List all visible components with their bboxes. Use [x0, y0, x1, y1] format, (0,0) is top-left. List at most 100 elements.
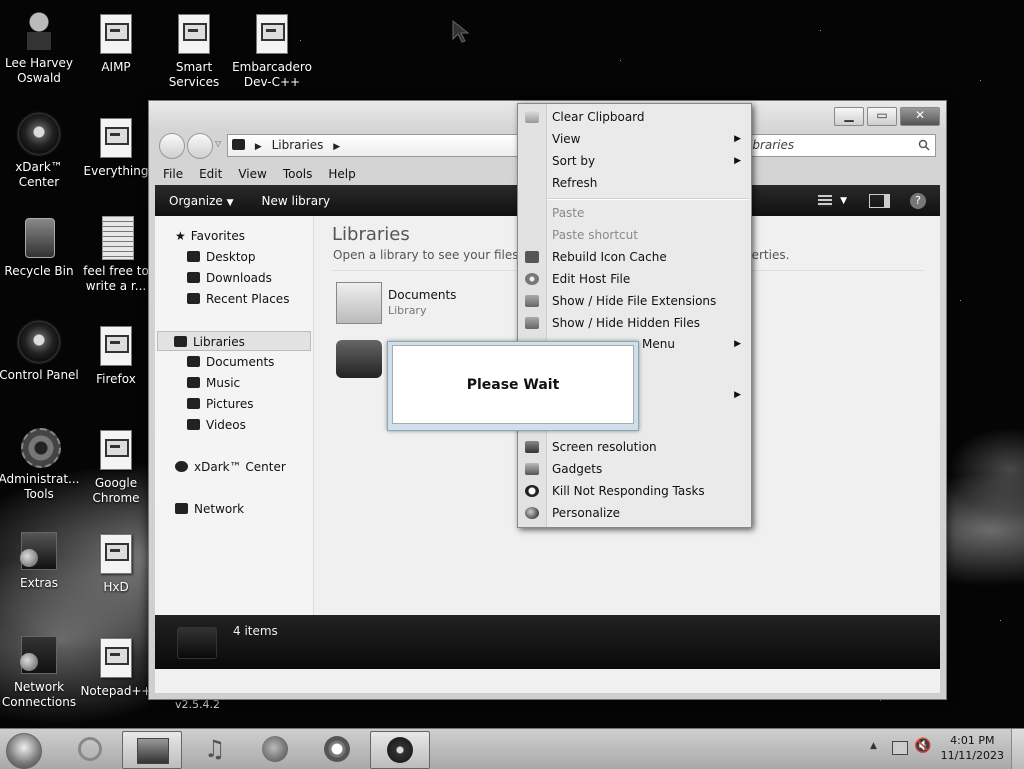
nav-videos-label: Videos: [206, 418, 246, 432]
desktop-icon-hxd[interactable]: HxD: [73, 532, 159, 595]
library-folder-icon: [177, 627, 217, 659]
status-bar: 4 items: [155, 615, 940, 669]
menu-help[interactable]: Help: [320, 167, 363, 181]
menu-item-rebuild-icon-cache[interactable]: Rebuild Icon Cache: [518, 246, 751, 268]
minimize-button[interactable]: ▁: [834, 107, 864, 126]
start-orb-icon[interactable]: [6, 733, 42, 769]
recent-pages-chevron-icon[interactable]: ▽: [215, 139, 221, 148]
menu-item-refresh[interactable]: Refresh: [518, 172, 751, 194]
menu-tools[interactable]: Tools: [275, 167, 321, 181]
desktop-icon-control-panel[interactable]: Control Panel: [0, 320, 82, 383]
nav-recent-places-label: Recent Places: [206, 292, 290, 306]
desktop-icon-text-document[interactable]: feel free to write a r...: [73, 216, 159, 294]
menu-edit[interactable]: Edit: [191, 167, 230, 181]
back-button[interactable]: [159, 133, 185, 159]
maximize-button[interactable]: ▭: [867, 107, 897, 126]
menu-item-label: Paste shortcut: [552, 228, 638, 242]
clock[interactable]: 4:01 PM 11/11/2023: [941, 733, 1004, 763]
desktop-icon-lee-harvey-oswald[interactable]: Lee Harvey Oswald: [0, 8, 82, 86]
forward-button[interactable]: [187, 133, 213, 159]
desktop-icon-label: AIMP: [101, 60, 131, 74]
smart-services-icon: [178, 14, 210, 54]
desktop-icon-firefox[interactable]: Firefox: [73, 324, 159, 387]
menu-item-edit-host-file[interactable]: Edit Host File: [518, 268, 751, 290]
desktop-icon-extras[interactable]: Extras: [0, 528, 82, 591]
network-icon: [175, 503, 188, 514]
taskbar-xdark[interactable]: [370, 731, 430, 769]
address-bar[interactable]: ▶ Libraries ▶: [227, 134, 521, 157]
desktop-icon-network-connections[interactable]: Network Connections: [0, 632, 82, 710]
nav-recent-places[interactable]: Recent Places: [187, 289, 289, 309]
menu-item-gadgets[interactable]: Gadgets: [518, 458, 751, 480]
nav-xdark-center-label: xDark™ Center: [194, 460, 286, 474]
desktop-icon-recycle-bin[interactable]: Recycle Bin: [0, 216, 82, 279]
taskbar-firefox[interactable]: [246, 731, 304, 767]
desktop-icon-xdark-center[interactable]: xDark™ Center: [0, 112, 82, 190]
menu-item-clear-clipboard[interactable]: Clear Clipboard: [518, 106, 751, 128]
menu-view[interactable]: View: [230, 167, 274, 181]
preview-pane-icon[interactable]: [869, 193, 890, 208]
organize-button[interactable]: Organize ▼: [155, 194, 248, 208]
nav-xdark-center[interactable]: xDark™ Center: [175, 457, 286, 477]
search-icon[interactable]: [918, 139, 930, 151]
desktop-icon-label: xDark™ Center: [15, 160, 63, 189]
nav-desktop[interactable]: Desktop: [187, 247, 256, 267]
nav-libraries[interactable]: Libraries: [157, 331, 311, 351]
desktop-icon-aimp[interactable]: AIMP: [73, 12, 159, 75]
volume-muted-icon[interactable]: 🔇: [914, 738, 931, 754]
desktop-icon-label: HxD: [103, 580, 129, 594]
menu-item-screen-resolution[interactable]: Screen resolution: [518, 436, 751, 458]
show-desktop-button[interactable]: [1011, 729, 1024, 769]
taskbar: ♫ ▲ 🔇 4:01 PM 11/11/2023: [0, 728, 1024, 769]
desktop-icon-notepad-plus[interactable]: Notepad++: [73, 636, 159, 699]
taskbar-media-player[interactable]: ♫: [184, 731, 242, 767]
desktop-icon-label: Everything: [83, 164, 149, 178]
nav-videos[interactable]: Videos: [187, 415, 246, 435]
search-placeholder: ibraries: [749, 138, 795, 152]
network-tray-icon[interactable]: [892, 741, 908, 755]
dev-cpp-icon: [256, 14, 288, 54]
nav-favorites[interactable]: ★ Favorites: [175, 226, 245, 246]
library-item-documents[interactable]: Documents Library: [336, 282, 496, 324]
taskbar-internet-explorer[interactable]: [60, 731, 118, 767]
taskbar-explorer[interactable]: [122, 731, 182, 769]
menu-item-label: Show / Hide File Extensions: [552, 294, 717, 308]
menu-item-view[interactable]: View ▶: [518, 128, 751, 150]
view-options-icon[interactable]: [818, 194, 833, 207]
close-button[interactable]: ✕: [900, 107, 940, 126]
menu-file[interactable]: File: [155, 167, 191, 181]
nav-downloads[interactable]: Downloads: [187, 268, 272, 288]
videos-icon: [187, 419, 200, 430]
pictures-library-icon[interactable]: [336, 340, 382, 378]
nav-downloads-label: Downloads: [206, 271, 272, 285]
menu-item-sort-by[interactable]: Sort by ▶: [518, 150, 751, 172]
clipboard-icon: [525, 111, 539, 123]
nav-libraries-label: Libraries: [193, 335, 245, 349]
desktop-icon-everything[interactable]: Everything: [73, 116, 159, 179]
view-options-chevron-icon[interactable]: ▼: [840, 196, 847, 206]
menu-item-personalize[interactable]: Personalize: [518, 502, 751, 524]
nav-network[interactable]: Network: [175, 499, 244, 519]
desktop-icon-google-chrome[interactable]: Google Chrome: [73, 428, 159, 506]
rebuild-icon: [525, 251, 539, 263]
nav-music[interactable]: Music: [187, 373, 240, 393]
nav-pictures[interactable]: Pictures: [187, 394, 254, 414]
menu-item-show-hide-extensions[interactable]: Show / Hide File Extensions: [518, 290, 751, 312]
chrome-icon: [100, 430, 132, 470]
nav-documents[interactable]: Documents: [187, 352, 274, 372]
show-hidden-icons-icon[interactable]: ▲: [870, 741, 877, 751]
desktop-icon-dev-cpp[interactable]: Embarcadero Dev-C++: [229, 12, 315, 90]
desktop-icon-smart-services[interactable]: Smart Services: [151, 12, 237, 90]
taskbar-chrome[interactable]: [308, 731, 366, 767]
menu-item-label: Rebuild Icon Cache: [552, 250, 667, 264]
menu-item-kill-not-responding[interactable]: Kill Not Responding Tasks: [518, 480, 751, 502]
menu-item-label: Show / Hide Hidden Files: [552, 316, 700, 330]
xdark-icon: [387, 737, 413, 763]
search-input[interactable]: ibraries: [744, 134, 936, 157]
breadcrumb-libraries[interactable]: Libraries: [272, 138, 324, 152]
menu-item-show-hide-hidden-files[interactable]: Show / Hide Hidden Files: [518, 312, 751, 334]
context-menu[interactable]: Clear Clipboard View ▶ Sort by ▶ Refresh P…: [517, 103, 752, 528]
help-icon[interactable]: ?: [910, 192, 926, 209]
desktop-icon-admin-tools[interactable]: Administrat... Tools: [0, 424, 82, 502]
new-library-button[interactable]: New library: [248, 194, 345, 208]
